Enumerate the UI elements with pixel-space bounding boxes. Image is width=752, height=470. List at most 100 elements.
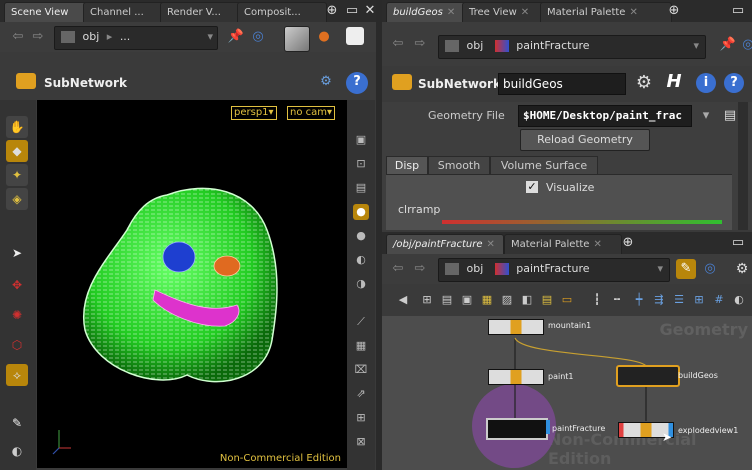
forward-arrow-icon[interactable]: ⇨: [410, 259, 430, 279]
back-arrow-icon[interactable]: ⇦: [388, 34, 408, 54]
node-mountain1[interactable]: [488, 319, 544, 335]
back-arrow-icon[interactable]: ⇦: [8, 27, 28, 47]
target-icon[interactable]: ◎: [738, 35, 752, 55]
snapshot-icon[interactable]: ◑: [353, 276, 369, 292]
close-icon[interactable]: ✕: [593, 239, 601, 250]
transform-handle-icon[interactable]: ⟡: [6, 364, 28, 386]
shade-sphere-icon[interactable]: ●: [353, 204, 369, 220]
path-breadcrumb[interactable]: obj paintFracture ▾: [438, 258, 670, 282]
camera-icon[interactable]: ⌧: [353, 362, 369, 378]
param-scrollbar[interactable]: [738, 102, 748, 230]
gear-icon[interactable]: ⚙: [634, 73, 654, 93]
chevron-down-icon[interactable]: ▾: [207, 27, 213, 47]
display-icon[interactable]: ◐: [732, 293, 746, 307]
file-chooser-icon[interactable]: ▤: [720, 106, 740, 126]
back-icon[interactable]: ◀: [396, 293, 410, 307]
pane-menu-icon[interactable]: ▭: [728, 1, 748, 21]
flow-icon[interactable]: ⇶: [652, 293, 666, 307]
measure-icon[interactable]: ⟋: [353, 314, 369, 330]
display-flag-icon[interactable]: [546, 420, 550, 434]
rotate-handle-icon[interactable]: ✺: [6, 304, 28, 326]
help-icon[interactable]: ?: [346, 72, 368, 94]
grid-icon[interactable]: #: [712, 293, 726, 307]
tree-icon[interactable]: ⊞: [420, 293, 434, 307]
pin-icon[interactable]: 📌: [718, 35, 738, 55]
reload-geometry-button[interactable]: Reload Geometry: [520, 129, 650, 151]
dash-icon[interactable]: ◧: [520, 293, 534, 307]
back-arrow-icon[interactable]: ⇦: [388, 259, 408, 279]
magnet-icon[interactable]: ◐: [6, 440, 28, 462]
lights-icon[interactable]: ◐: [353, 252, 369, 268]
node-paint1[interactable]: [488, 369, 544, 385]
layout-icon[interactable]: ┿: [632, 293, 646, 307]
geometry-render[interactable]: [37, 100, 347, 468]
reference-icon[interactable]: ⊞: [353, 410, 369, 426]
scale-handle-icon[interactable]: ⬡: [6, 334, 28, 356]
tab-material-palette[interactable]: Material Palette ✕: [540, 2, 672, 23]
view-tool-icon[interactable]: ◆: [6, 140, 28, 162]
pose-tool-icon[interactable]: ◈: [6, 188, 28, 210]
lines-icon[interactable]: ☰: [672, 293, 686, 307]
tab-disp[interactable]: Disp: [386, 156, 428, 175]
node-name-field[interactable]: buildGeos: [498, 73, 626, 95]
display-icon[interactable]: ▤: [353, 180, 369, 196]
target-icon[interactable]: ◎: [248, 27, 268, 47]
list-icon[interactable]: ▤: [440, 293, 454, 307]
wire-sphere-icon[interactable]: ●: [353, 228, 369, 244]
ghost-icon[interactable]: ▣: [353, 132, 369, 148]
chevron-down-icon[interactable]: ▾: [693, 36, 699, 56]
target-icon[interactable]: ◎: [700, 259, 720, 279]
cube-icon[interactable]: [284, 26, 310, 52]
path-breadcrumb[interactable]: obj ▸ ... ▾: [54, 26, 218, 50]
network-view[interactable]: Geometry Non-Commercial Edition mountain…: [382, 316, 752, 470]
forward-arrow-icon[interactable]: ⇨: [410, 34, 430, 54]
tab-material-palette[interactable]: Material Palette ✕: [504, 234, 622, 255]
geometry-file-field[interactable]: $HOME/Desktop/paint_frac: [518, 105, 692, 127]
close-icon[interactable]: ✕: [487, 239, 495, 250]
pane-menu-icon[interactable]: ▭: [342, 1, 362, 21]
path-breadcrumb[interactable]: obj paintFracture ▾: [438, 35, 706, 59]
color-palette-icon[interactable]: ▦: [480, 293, 494, 307]
pin-icon[interactable]: ✎: [676, 259, 696, 279]
chevron-down-icon[interactable]: ▾: [696, 106, 716, 126]
node-buildgeos[interactable]: [616, 365, 680, 387]
image-icon[interactable]: ▨: [500, 293, 514, 307]
grid-icon[interactable]: ▦: [353, 338, 369, 354]
close-view-icon[interactable]: ⊠: [353, 434, 369, 450]
dots-icon[interactable]: ╍: [610, 293, 624, 307]
network-box-icon[interactable]: ▭: [560, 293, 574, 307]
add-tab-icon[interactable]: ⊕: [664, 1, 684, 21]
tab-obj-paintfracture[interactable]: /obj/paintFracture ✕: [386, 234, 504, 255]
tab-buildgeos[interactable]: buildGeos ✕: [386, 2, 474, 23]
align-vertical-icon[interactable]: ┇: [590, 293, 604, 307]
help-icon[interactable]: ?: [724, 73, 744, 93]
houdini-h-icon[interactable]: H: [664, 72, 684, 92]
display-options-icon[interactable]: ⚙: [316, 72, 336, 92]
close-icon[interactable]: ✕: [447, 7, 455, 18]
tab-tree-view[interactable]: Tree View ✕: [462, 2, 552, 23]
render-ball-icon[interactable]: ●: [314, 27, 334, 47]
arrow-select-icon[interactable]: ➤: [6, 242, 28, 264]
handle-tool-icon[interactable]: ✋: [6, 116, 28, 138]
tab-volume-surface[interactable]: Volume Surface: [490, 156, 598, 175]
move-handle-icon[interactable]: ✥: [6, 274, 28, 296]
info-icon[interactable]: i: [696, 73, 716, 93]
color-ramp-widget[interactable]: [442, 220, 722, 224]
close-icon[interactable]: ✕: [521, 7, 529, 18]
node-paintfracture[interactable]: [486, 418, 548, 440]
select-tool-icon[interactable]: ✦: [6, 164, 28, 186]
snapping-icon[interactable]: ✎: [6, 412, 28, 434]
chevron-down-icon[interactable]: ▾: [657, 259, 663, 279]
tab-compositor[interactable]: Composit...: [237, 2, 327, 23]
gear-icon[interactable]: ⚙: [732, 259, 752, 279]
close-icon[interactable]: ✕: [629, 7, 637, 18]
tab-smooth[interactable]: Smooth: [428, 156, 490, 175]
white-square-icon[interactable]: [346, 27, 364, 45]
lock-icon[interactable]: ⊡: [353, 156, 369, 172]
snap-icon[interactable]: ⊞: [692, 293, 706, 307]
pin-icon[interactable]: 📌: [226, 27, 246, 47]
scene-viewport[interactable]: persp1▾ no cam▾ Non-Commercial Edition: [37, 100, 347, 468]
forward-arrow-icon[interactable]: ⇨: [28, 27, 48, 47]
add-tab-icon[interactable]: ⊕: [322, 1, 342, 21]
pane-menu-icon[interactable]: ▭: [728, 233, 748, 253]
